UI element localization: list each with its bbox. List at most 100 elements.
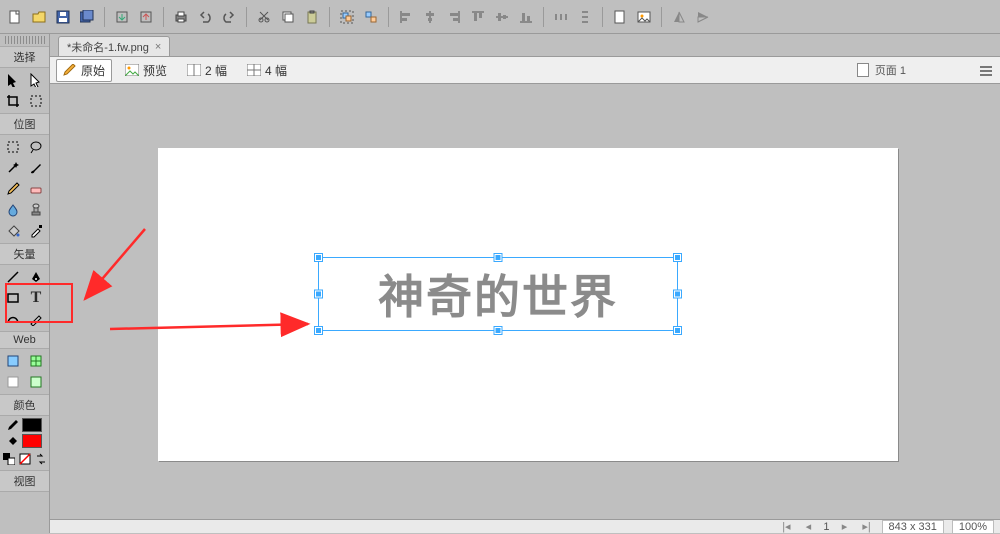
zoom-level[interactable]: 100% [952,520,994,534]
toolbar-separator [246,7,247,27]
pencil-tool[interactable] [2,179,24,199]
paint-bucket-tool[interactable] [2,221,24,241]
toolbar-separator [543,7,544,27]
eraser-tool[interactable] [25,179,47,199]
resize-handle-tr[interactable] [674,254,681,261]
resize-handle-bm[interactable] [495,327,502,334]
canvas-viewport[interactable]: 神奇的世界 [50,84,1000,519]
fill-color-swatch[interactable] [22,434,42,448]
eyedropper-tool[interactable] [25,221,47,241]
prev-page-button[interactable]: ◂ [801,521,815,533]
last-page-button[interactable]: ▸| [860,521,874,533]
knife-tool[interactable] [25,309,47,329]
hotspot-tool[interactable] [2,351,24,371]
align-right-button[interactable] [443,6,465,28]
line-tool[interactable] [2,267,24,287]
pen-tool[interactable] [25,267,47,287]
no-color-button[interactable] [18,452,32,466]
copy-button[interactable] [277,6,299,28]
stroke-color-swatch[interactable] [22,418,42,432]
flip-h-button[interactable] [668,6,690,28]
document-tab[interactable]: *未命名-1.fw.png × [58,36,170,56]
two-up-icon [187,64,201,76]
distribute-h-button[interactable] [550,6,572,28]
swap-colors-button[interactable] [34,452,48,466]
paste-button[interactable] [301,6,323,28]
export-area-tool[interactable] [25,91,47,111]
canvas[interactable]: 神奇的世界 [158,148,898,461]
canvas-dimensions: 843 x 331 [882,520,944,534]
resize-handle-br[interactable] [674,327,681,334]
panel-grip[interactable] [5,36,45,44]
view-2up-button[interactable]: 2 幅 [180,59,234,82]
flip-v-button[interactable] [692,6,714,28]
toolbar-separator [661,7,662,27]
marquee-tool[interactable] [2,137,24,157]
default-colors-button[interactable] [2,452,16,466]
show-slices-tool[interactable] [25,372,47,392]
page-number: 1 [823,521,829,533]
view-original-label: 原始 [81,62,105,79]
document-area: *未命名-1.fw.png × 原始 预览 2 幅 4 幅 页面 1 [50,34,1000,519]
view-original-button[interactable]: 原始 [56,59,112,82]
save-all-button[interactable] [76,6,98,28]
redo-button[interactable] [218,6,240,28]
align-bottom-button[interactable] [515,6,537,28]
ungroup-button[interactable] [360,6,382,28]
blur-tool[interactable] [2,200,24,220]
tools-panel: 选择 位图 矢量 T Web 颜色 [0,34,50,533]
panel-options-icon[interactable] [978,62,994,78]
brush-tool[interactable] [25,158,47,178]
undo-button[interactable] [194,6,216,28]
selected-text-object[interactable]: 神奇的世界 [318,257,678,331]
page-label: 页面 1 [875,62,906,78]
section-colors-label: 颜色 [0,394,49,416]
view-preview-label: 预览 [143,62,167,79]
align-left-button[interactable] [395,6,417,28]
page-indicator[interactable]: 页面 1 [857,62,906,78]
lasso-tool[interactable] [25,137,47,157]
open-file-button[interactable] [28,6,50,28]
align-center-h-button[interactable] [419,6,441,28]
group-button[interactable] [336,6,358,28]
freeform-tool[interactable] [2,309,24,329]
next-page-button[interactable]: ▸ [838,521,852,533]
align-top-button[interactable] [467,6,489,28]
save-button[interactable] [52,6,74,28]
view-4up-button[interactable]: 4 幅 [240,59,294,82]
import-button[interactable] [111,6,133,28]
magic-wand-tool[interactable] [2,158,24,178]
section-vector-label: 矢量 [0,243,49,265]
insert-image-button[interactable] [633,6,655,28]
view-2up-label: 2 幅 [205,62,227,79]
distribute-v-button[interactable] [574,6,596,28]
text-tool[interactable]: T [25,288,47,308]
toolbar-separator [602,7,603,27]
print-button[interactable] [170,6,192,28]
rectangle-tool[interactable] [2,288,24,308]
align-center-v-button[interactable] [491,6,513,28]
resize-handle-ml[interactable] [315,291,322,298]
new-file-button[interactable] [4,6,26,28]
section-view-label: 视图 [0,470,49,492]
slice-tool[interactable] [25,351,47,371]
main-toolbar [0,0,1000,34]
pointer-tool[interactable] [2,70,24,90]
close-tab-icon[interactable]: × [155,41,161,53]
cut-button[interactable] [253,6,275,28]
subselect-tool[interactable] [25,70,47,90]
insert-page-button[interactable] [609,6,631,28]
export-button[interactable] [135,6,157,28]
view-preview-button[interactable]: 预览 [118,59,174,82]
first-page-button[interactable]: |◂ [779,521,793,533]
section-bitmap-label: 位图 [0,113,49,135]
resize-handle-bl[interactable] [315,327,322,334]
resize-handle-tl[interactable] [315,254,322,261]
rubber-stamp-tool[interactable] [25,200,47,220]
crop-tool[interactable] [2,91,24,111]
image-icon [125,64,139,76]
resize-handle-mr[interactable] [674,291,681,298]
hide-slices-tool[interactable] [2,372,24,392]
resize-handle-tm[interactable] [495,254,502,261]
pencil-icon [63,64,77,76]
